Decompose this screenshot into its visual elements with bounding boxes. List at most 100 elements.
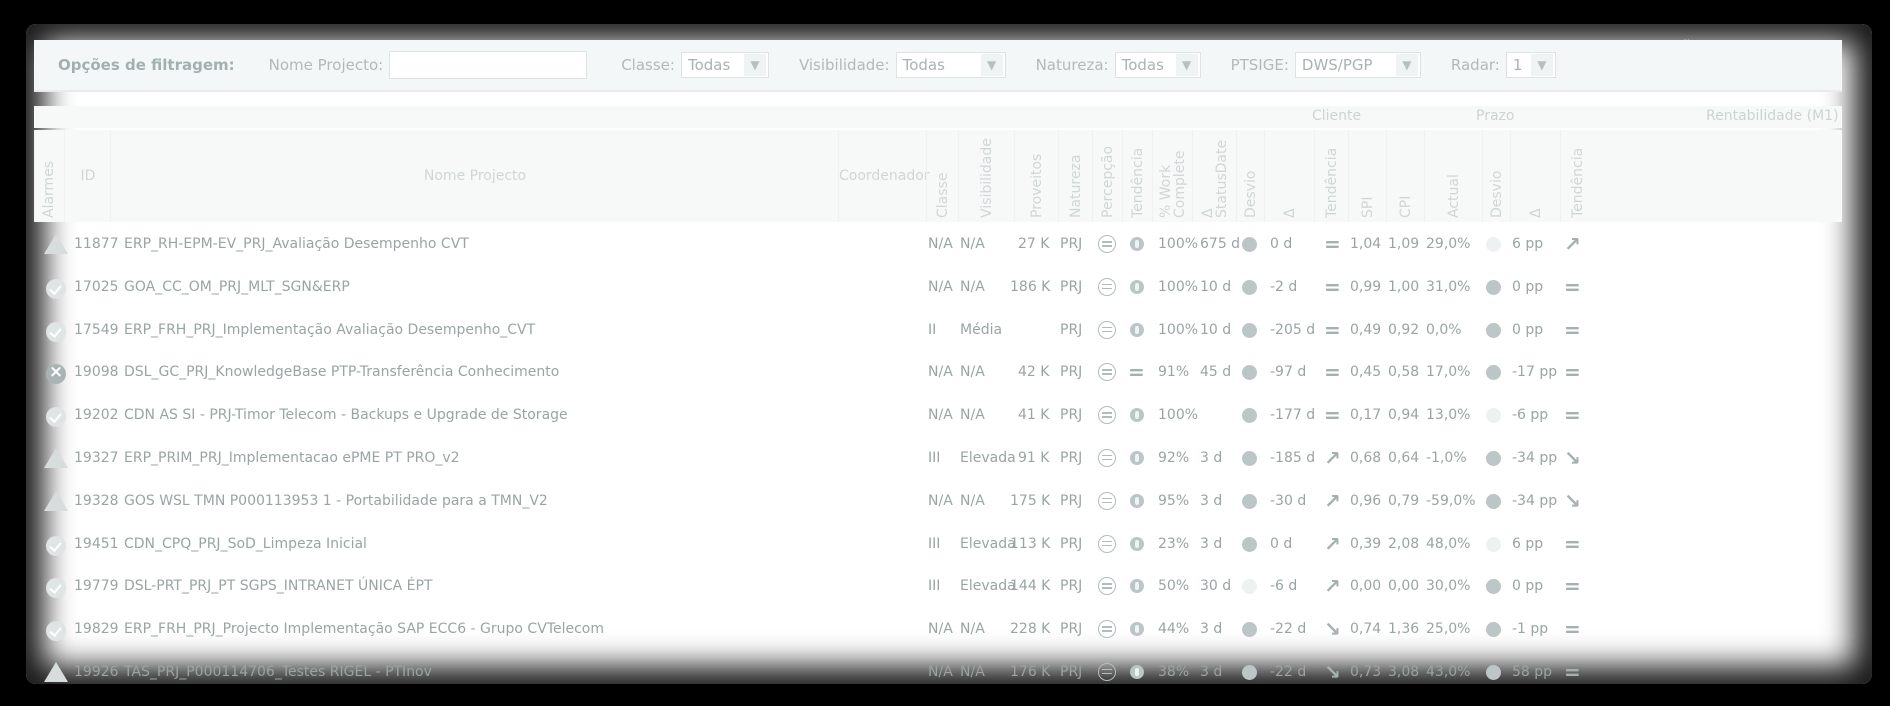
project-name[interactable]: DSL-PRT_PRJ_PT SGPS_INTRANET ÚNICA ÉPT [124, 578, 433, 594]
project-proveitos: 91 K [1018, 449, 1050, 466]
table-row[interactable]: 17549 ERP_FRH_PRJ_Implementação Avaliação… [34, 310, 1842, 353]
col-actual[interactable]: Actual [1424, 130, 1483, 222]
project-name[interactable]: ERP_FRH_PRJ_Projecto Implementação SAP E… [124, 621, 604, 637]
cpi-value: 0,79 [1388, 492, 1420, 509]
neutral-face-icon [1098, 235, 1116, 253]
col-percepcao[interactable]: Percepção [1092, 130, 1123, 222]
project-proveitos: 113 K [1010, 535, 1051, 552]
project-name[interactable]: ERP_PRIM_PRJ_Implementacao ePME PT PRO_v… [124, 450, 460, 466]
prazo-status-dot [1242, 279, 1257, 295]
filter-heading: Opções de filtragem: [58, 56, 235, 74]
prazo-status-dot [1242, 365, 1257, 381]
project-name[interactable]: ERP_RH-EPM-EV_PRJ_Avaliação Desempenho C… [124, 236, 469, 252]
classe-value: Todas [687, 56, 731, 74]
natureza-label: Natureza: [1035, 56, 1109, 74]
info-dot-icon [1130, 322, 1144, 337]
ptsige-select[interactable]: DWS/PGP ▼ [1294, 52, 1421, 78]
project-natureza: PRJ [1060, 407, 1083, 424]
check-circle-icon [46, 535, 66, 556]
actual-value: 31,0% [1426, 278, 1471, 295]
work-complete: 91% [1158, 364, 1190, 381]
project-id: 19328 [74, 492, 119, 509]
project-natureza: PRJ [1060, 236, 1083, 252]
table-row[interactable]: 11877 ERP_RH-EPM-EV_PRJ_Avaliação Desempe… [34, 224, 1842, 267]
neutral-face-icon [1098, 534, 1116, 553]
col-work-complete[interactable]: % Work Complete [1152, 130, 1193, 222]
delta-statusdate: 3 d [1200, 621, 1223, 638]
col-tendencia-cliente[interactable]: Tendência [1122, 130, 1153, 222]
group-prazo: Prazo [1476, 108, 1515, 124]
spi-value: 0,68 [1350, 449, 1382, 466]
col-proveitos[interactable]: Proveitos [1014, 130, 1059, 222]
group-cliente: Cliente [1312, 108, 1362, 124]
trend-up-icon: ↗ [1324, 531, 1341, 556]
visibilidade-select[interactable]: Todas ▼ [895, 52, 1006, 78]
table-row[interactable]: 19779 DSL-PRT_PRJ_PT SGPS_INTRANET ÚNICA … [34, 566, 1842, 609]
col-cpi[interactable]: CPI [1386, 130, 1425, 222]
rent-status-dot [1486, 536, 1501, 552]
spi-value: 0,96 [1350, 492, 1382, 509]
project-classe: N/A [928, 492, 953, 509]
col-alarmes[interactable]: Alarmes [34, 130, 63, 222]
info-dot-icon [1130, 622, 1144, 637]
table-row[interactable]: 19926 TAS_PRJ_P000114706_Testes RIGEL - P… [34, 652, 1842, 684]
table-row[interactable]: 17025 GOA_CC_OM_PRJ_MLT_SGN&ERP N/A N/A 186 … [34, 267, 1842, 310]
prazo-status-dot [1242, 622, 1257, 638]
col-tendencia-prazo[interactable]: Tendência [1314, 130, 1349, 222]
desvio-rent: 0 pp [1512, 321, 1544, 338]
chevron-down-icon[interactable]: ▼ [1530, 54, 1553, 76]
project-name[interactable]: ERP_FRH_PRJ_Implementação Avaliação Dese… [124, 322, 535, 338]
col-delta-rent[interactable]: Δ [1510, 130, 1561, 222]
radar-select[interactable]: 1 ▼ [1505, 52, 1556, 78]
table-row[interactable]: 19451 CDN_CPQ_PRJ_SoD_Limpeza Inicial III E… [34, 524, 1842, 567]
delta-statusdate: 10 d [1200, 321, 1232, 338]
info-dot-icon [1130, 408, 1144, 423]
equal-trend-icon: = [1324, 317, 1341, 342]
col-natureza[interactable]: Natureza [1058, 130, 1093, 222]
table-row[interactable]: 19328 GOS WSL TMN P000113953 1 - Portabil… [34, 481, 1842, 524]
table-row[interactable]: 19098 DSL_GC_PRJ_KnowledgeBase PTP-Transf… [34, 352, 1842, 395]
trend-down-icon: ↘ [1564, 488, 1581, 513]
check-circle-icon [46, 578, 66, 599]
cpi-value: 1,00 [1388, 278, 1420, 295]
project-name[interactable]: CDN_CPQ_PRJ_SoD_Limpeza Inicial [124, 536, 367, 552]
info-dot-icon [1130, 493, 1144, 508]
classe-select[interactable]: Todas ▼ [680, 52, 769, 78]
col-delta-statusdate[interactable]: Δ StatusDate [1192, 130, 1237, 222]
col-desvio-prazo[interactable]: Desvio [1236, 130, 1265, 222]
project-visibilidade: Elevada [960, 578, 1016, 595]
actual-value: 0,0% [1426, 321, 1462, 338]
col-desvio-rent[interactable]: Desvio [1482, 130, 1511, 222]
desvio-prazo: -22 d [1270, 663, 1307, 680]
col-visibilidade[interactable]: Visibilidade [958, 130, 1015, 222]
project-name[interactable]: TAS_PRJ_P000114706_Testes RIGEL - PTInov [124, 664, 432, 680]
rent-status-dot [1486, 450, 1501, 466]
table-row[interactable]: 19202 CDN AS SI - PRJ-Timor Telecom - Bac… [34, 395, 1842, 438]
col-tendencia-rent[interactable]: Tendência [1560, 130, 1595, 222]
chevron-down-icon[interactable]: ▼ [1175, 54, 1198, 76]
desvio-prazo: -6 d [1270, 578, 1298, 595]
chevron-down-icon[interactable]: ▼ [980, 54, 1003, 76]
nome-projecto-input[interactable] [389, 51, 588, 79]
col-coordenador[interactable]: Coordenador [838, 130, 930, 222]
chevron-down-icon[interactable]: ▼ [1395, 54, 1418, 76]
table-row[interactable]: 19829 ERP_FRH_PRJ_Projecto Implementação … [34, 609, 1842, 652]
desvio-prazo: -22 d [1270, 621, 1307, 638]
desvio-prazo: -205 d [1270, 321, 1316, 338]
col-nome-projecto[interactable]: Nome Projecto [110, 130, 839, 222]
trend-up-icon: ↗ [1564, 232, 1581, 256]
project-name[interactable]: GOS WSL TMN P000113953 1 - Portabilidade… [124, 493, 548, 509]
natureza-select[interactable]: Todas ▼ [1114, 52, 1201, 78]
col-id[interactable]: ID [64, 130, 111, 222]
chevron-down-icon[interactable]: ▼ [743, 54, 766, 76]
desvio-rent: 0 pp [1512, 278, 1544, 295]
equal-trend-icon: = [1564, 317, 1581, 342]
table-row[interactable]: 19327 ERP_PRIM_PRJ_Implementacao ePME PT … [34, 438, 1842, 481]
col-delta-prazo[interactable]: Δ [1264, 130, 1315, 222]
project-name[interactable]: CDN AS SI - PRJ-Timor Telecom - Backups … [124, 407, 568, 423]
project-name[interactable]: GOA_CC_OM_PRJ_MLT_SGN&ERP [124, 279, 350, 295]
project-name[interactable]: DSL_GC_PRJ_KnowledgeBase PTP-Transferênc… [124, 364, 559, 380]
project-visibilidade: Elevada [960, 535, 1016, 552]
col-spi[interactable]: SPI [1348, 130, 1387, 222]
col-classe[interactable]: Classe [926, 130, 959, 222]
